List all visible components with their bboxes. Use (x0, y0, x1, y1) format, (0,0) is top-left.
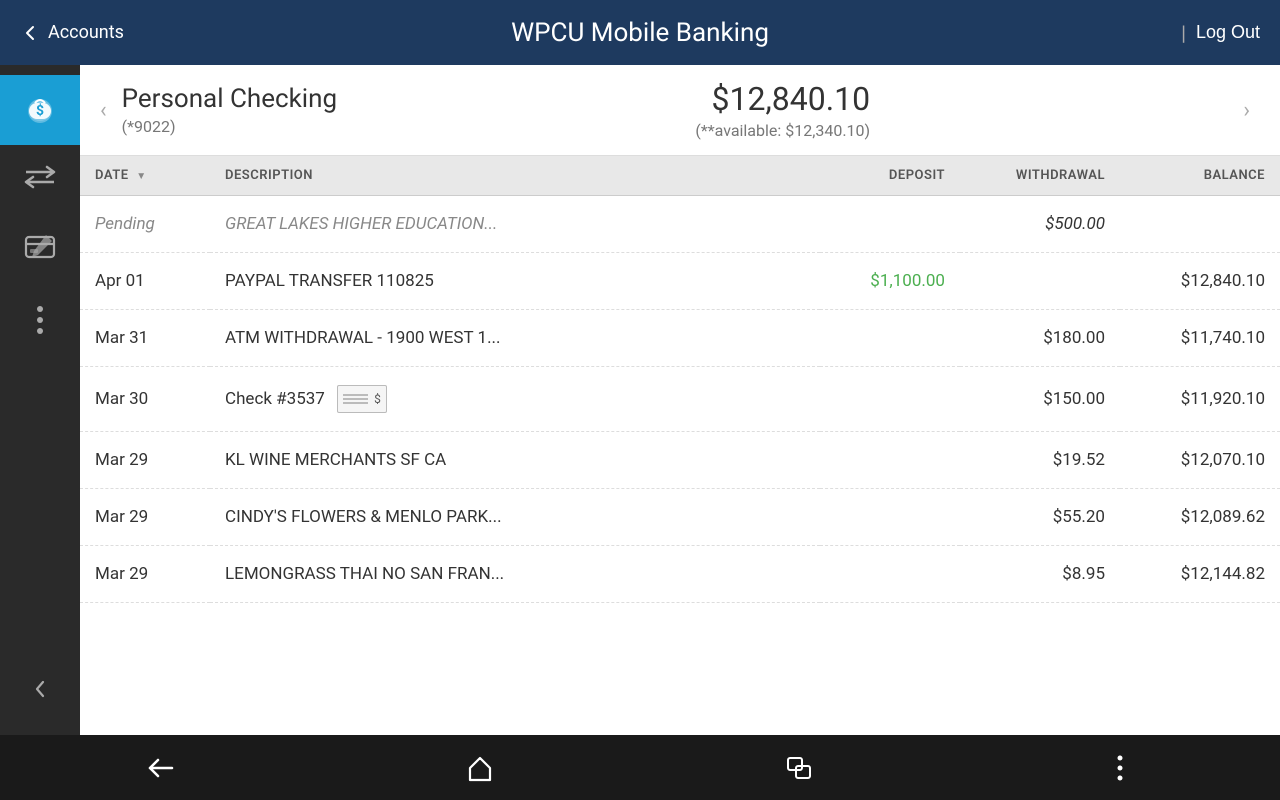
sort-icon: ▼ (136, 171, 146, 182)
table-row[interactable]: Mar 29CINDY'S FLOWERS & MENLO PARK... $55… (80, 489, 1280, 546)
nav-divider: | (1181, 21, 1186, 45)
transaction-deposit (820, 367, 960, 432)
money-bag-icon: $ $ (22, 89, 58, 132)
back-button[interactable]: Accounts (20, 22, 124, 43)
transaction-description: GREAT LAKES HIGHER EDUCATION... (210, 196, 820, 253)
svg-text:$: $ (36, 102, 44, 119)
transaction-balance: $12,840.10 (1120, 253, 1280, 310)
table-row[interactable]: Mar 31ATM WITHDRAWAL - 1900 WEST 1... $18… (80, 310, 1280, 367)
logout-button[interactable]: Log Out (1196, 22, 1260, 43)
more-nav-button[interactable] (1090, 748, 1150, 788)
table-row[interactable]: Mar 30Check #3537 $150.00$11,920.10 (80, 367, 1280, 432)
table-row[interactable]: PendingGREAT LAKES HIGHER EDUCATION... $5… (80, 196, 1280, 253)
transaction-deposit (820, 196, 960, 253)
transaction-description: ATM WITHDRAWAL - 1900 WEST 1... (210, 310, 820, 367)
sidebar: $ $ (0, 65, 80, 735)
col-header-date[interactable]: DATE ▼ (80, 156, 210, 196)
recent-apps-icon (786, 756, 814, 780)
chevron-left-icon (20, 23, 40, 43)
transaction-balance: $12,070.10 (1120, 432, 1280, 489)
account-prev-arrow[interactable]: ‹ (100, 98, 107, 123)
transaction-date: Mar 29 (80, 546, 210, 603)
nav-right: | Log Out (1181, 21, 1260, 45)
top-navigation: Accounts WPCU Mobile Banking | Log Out (0, 0, 1280, 65)
account-info: Personal Checking (*9022) (122, 84, 337, 136)
more-vertical-icon (1116, 754, 1124, 782)
account-balance: $12,840.10 (695, 80, 870, 118)
home-nav-button[interactable] (450, 748, 510, 788)
account-number: (*9022) (122, 117, 337, 136)
transaction-withdrawal: $500.00 (960, 196, 1120, 253)
sidebar-collapse-button[interactable] (31, 678, 49, 705)
transaction-balance: $11,740.10 (1120, 310, 1280, 367)
transactions-table: DATE ▼ DESCRIPTION DEPOSIT WITHDRAWAL BA… (80, 156, 1280, 735)
transaction-date: Mar 29 (80, 432, 210, 489)
transaction-date: Apr 01 (80, 253, 210, 310)
transaction-withdrawal: $150.00 (960, 367, 1120, 432)
sidebar-item-transfers[interactable] (0, 145, 80, 215)
transaction-date: Pending (80, 196, 210, 253)
transaction-withdrawal: $19.52 (960, 432, 1120, 489)
col-header-description: DESCRIPTION (210, 156, 820, 196)
app-title: WPCU Mobile Banking (511, 18, 769, 48)
transaction-date: Mar 30 (80, 367, 210, 432)
home-icon (466, 754, 494, 782)
transaction-balance: $11,920.10 (1120, 367, 1280, 432)
col-header-balance: BALANCE (1120, 156, 1280, 196)
account-name: Personal Checking (122, 84, 337, 114)
transaction-withdrawal: $55.20 (960, 489, 1120, 546)
transaction-description: CINDY'S FLOWERS & MENLO PARK... (210, 489, 820, 546)
bottom-navigation (0, 735, 1280, 800)
transaction-deposit (820, 546, 960, 603)
account-header-left: ‹ Personal Checking (*9022) (100, 84, 337, 136)
more-dots-icon (37, 306, 43, 334)
account-header-right: $12,840.10 (**available: $12,340.10) (695, 80, 870, 140)
transaction-balance: $12,144.82 (1120, 546, 1280, 603)
table-row[interactable]: Mar 29KL WINE MERCHANTS SF CA $19.52$12,0… (80, 432, 1280, 489)
transaction-withdrawal: $8.95 (960, 546, 1120, 603)
transaction-description: Check #3537 (210, 367, 820, 431)
col-header-deposit: DEPOSIT (820, 156, 960, 196)
table-row[interactable]: Apr 01PAYPAL TRANSFER 110825$1,100.00 $12… (80, 253, 1280, 310)
content-panel: ‹ Personal Checking (*9022) $12,840.10 (… (80, 65, 1280, 735)
account-header: ‹ Personal Checking (*9022) $12,840.10 (… (80, 65, 1280, 156)
sidebar-item-pay[interactable] (0, 215, 80, 285)
transaction-balance: $12,089.62 (1120, 489, 1280, 546)
check-image-icon[interactable] (337, 385, 387, 413)
transaction-date: Mar 31 (80, 310, 210, 367)
transaction-deposit: $1,100.00 (820, 253, 960, 310)
sidebar-item-accounts[interactable]: $ $ (0, 75, 80, 145)
recent-apps-nav-button[interactable] (770, 748, 830, 788)
transaction-deposit (820, 310, 960, 367)
back-label: Accounts (48, 22, 124, 43)
transaction-balance (1120, 196, 1280, 253)
sidebar-item-more[interactable] (0, 285, 80, 355)
transaction-deposit (820, 489, 960, 546)
table-row[interactable]: Mar 29LEMONGRASS THAI NO SAN FRAN... $8.9… (80, 546, 1280, 603)
transaction-description: KL WINE MERCHANTS SF CA (210, 432, 820, 489)
account-available: (**available: $12,340.10) (695, 121, 870, 140)
main-area: $ $ (0, 65, 1280, 735)
transaction-deposit (820, 432, 960, 489)
transaction-withdrawal (960, 253, 1120, 310)
pay-icon (22, 229, 58, 271)
back-nav-button[interactable] (130, 748, 190, 788)
account-next-arrow[interactable]: › (1243, 98, 1250, 123)
transaction-description: PAYPAL TRANSFER 110825 (210, 253, 820, 310)
table-header-row: DATE ▼ DESCRIPTION DEPOSIT WITHDRAWAL BA… (80, 156, 1280, 196)
back-arrow-icon (144, 756, 176, 780)
transaction-description: LEMONGRASS THAI NO SAN FRAN... (210, 546, 820, 603)
transaction-date: Mar 29 (80, 489, 210, 546)
col-header-withdrawal: WITHDRAWAL (960, 156, 1120, 196)
transfers-icon (22, 162, 58, 198)
transaction-withdrawal: $180.00 (960, 310, 1120, 367)
